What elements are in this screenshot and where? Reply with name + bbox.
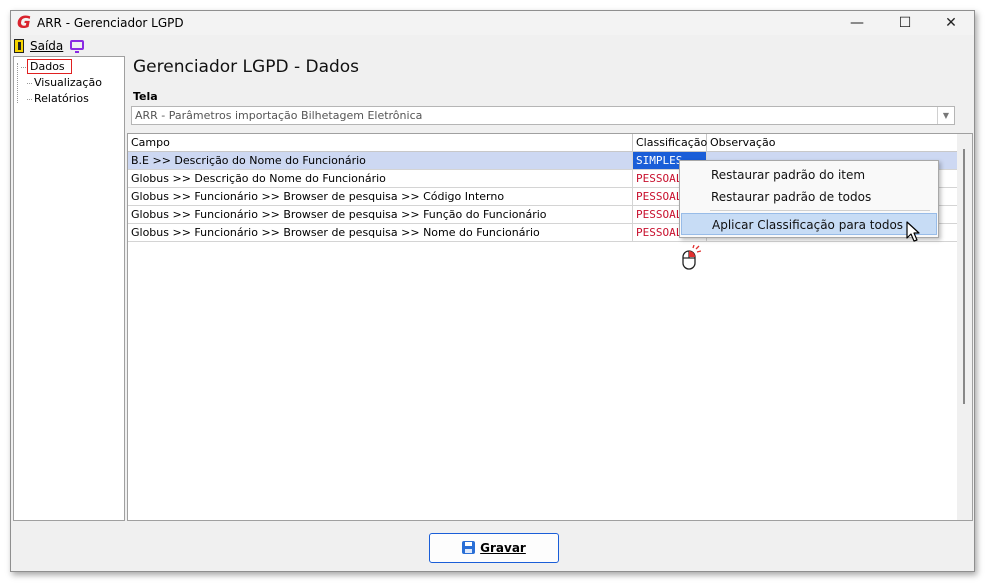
cell-campo[interactable]: Globus >> Descrição do Nome do Funcionár… bbox=[128, 170, 633, 187]
window-title: ARR - Gerenciador LGPD bbox=[37, 16, 184, 30]
floppy-disk-icon bbox=[462, 541, 476, 554]
vertical-scrollbar[interactable] bbox=[957, 134, 972, 520]
save-button[interactable]: Gravar bbox=[429, 533, 559, 563]
app-window: G ARR - Gerenciador LGPD — ☐ ✕ Saída Dad… bbox=[10, 10, 975, 572]
screen-select[interactable]: ARR - Parâmetros importação Bilhetagem E… bbox=[131, 106, 955, 125]
screen-label: Tela bbox=[133, 90, 158, 103]
maximize-button[interactable]: ☐ bbox=[882, 11, 928, 35]
close-button[interactable]: ✕ bbox=[928, 11, 974, 35]
tree-connector bbox=[17, 63, 18, 103]
chevron-down-icon[interactable]: ▼ bbox=[937, 107, 954, 124]
minimize-button[interactable]: — bbox=[834, 11, 880, 35]
screen-select-value: ARR - Parâmetros importação Bilhetagem E… bbox=[135, 109, 423, 122]
monitor-icon[interactable] bbox=[70, 40, 84, 53]
tree-item-relatorios[interactable]: Relatórios bbox=[27, 92, 89, 105]
cell-campo[interactable]: Globus >> Funcionário >> Browser de pesq… bbox=[128, 188, 633, 205]
navigation-tree: Dados Visualização Relatórios bbox=[13, 56, 125, 521]
column-header-observacao[interactable]: Observação bbox=[707, 134, 957, 151]
tree-item-visualizacao[interactable]: Visualização bbox=[27, 76, 102, 89]
menu-item-restore-all[interactable]: Restaurar padrão de todos bbox=[681, 186, 937, 208]
grid-header: Campo Classificação Observação bbox=[128, 134, 957, 152]
menu-separator bbox=[710, 210, 930, 211]
g-logo-icon: G bbox=[17, 13, 31, 33]
context-menu: Restaurar padrão do item Restaurar padrã… bbox=[679, 160, 939, 238]
menu-exit[interactable]: Saída bbox=[30, 39, 63, 53]
exit-door-icon[interactable] bbox=[14, 39, 24, 53]
menu-item-apply-all[interactable]: Aplicar Classificação para todos bbox=[681, 213, 937, 235]
right-click-mouse-icon bbox=[682, 245, 701, 270]
column-header-classificacao[interactable]: Classificação bbox=[633, 134, 707, 151]
page-title: Gerenciador LGPD - Dados bbox=[133, 57, 360, 77]
title-bar[interactable]: G ARR - Gerenciador LGPD — ☐ ✕ bbox=[11, 11, 974, 35]
save-button-label: Gravar bbox=[480, 541, 526, 555]
scrollbar-thumb[interactable] bbox=[963, 149, 965, 404]
cell-campo[interactable]: Globus >> Funcionário >> Browser de pesq… bbox=[128, 224, 633, 241]
tree-item-dados[interactable]: Dados bbox=[21, 59, 72, 74]
menu-bar: Saída bbox=[11, 35, 974, 55]
mouse-pointer-icon bbox=[906, 221, 920, 242]
cell-campo[interactable]: Globus >> Funcionário >> Browser de pesq… bbox=[128, 206, 633, 223]
column-header-campo[interactable]: Campo bbox=[128, 134, 633, 151]
menu-item-restore-item[interactable]: Restaurar padrão do item bbox=[681, 164, 937, 186]
cell-campo[interactable]: B.E >> Descrição do Nome do Funcionário bbox=[128, 152, 633, 169]
